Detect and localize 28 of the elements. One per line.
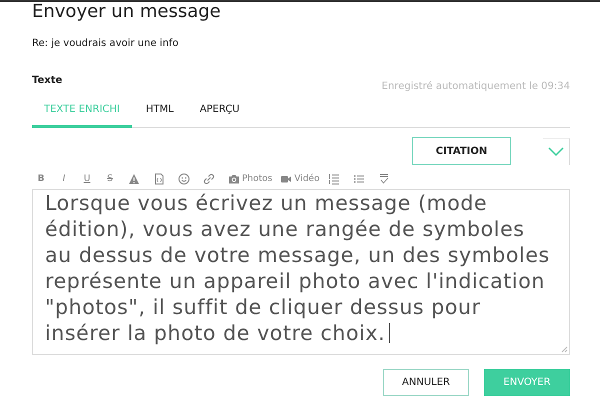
autosave-status: Enregistré automatiquement le 09:34 (382, 81, 570, 92)
cancel-button[interactable]: ANNULER (383, 369, 469, 396)
chevron-down-icon[interactable] (548, 146, 564, 156)
send-button[interactable]: ENVOYER (484, 369, 570, 396)
message-text: Lorsque vous écrivez un message (mode édition), vous avez une rangée de symboles au dessus de votre message, un des symboles représente un appareil photo avec l'indication "photos", il suffit de cliquer dessus pour insérer la photo de votre choix. (45, 191, 550, 345)
checkmark-icon[interactable] (378, 173, 390, 185)
strikethrough-button[interactable]: S (105, 174, 115, 184)
photos-button[interactable]: Photos (228, 173, 272, 185)
video-camera-icon (280, 173, 292, 185)
bullet-list-icon[interactable] (352, 173, 365, 185)
bold-button[interactable]: B (36, 174, 46, 184)
warning-icon[interactable] (128, 173, 140, 185)
camera-icon (228, 173, 240, 185)
dialog-title: Envoyer un message (32, 2, 222, 22)
link-icon[interactable] (203, 173, 215, 185)
resize-handle-icon[interactable] (561, 346, 568, 353)
italic-button[interactable]: I (59, 174, 69, 184)
underline-button[interactable]: U (82, 174, 92, 184)
citation-button[interactable]: CITATION (412, 137, 511, 165)
smiley-icon[interactable] (178, 173, 190, 185)
field-label: Texte (32, 75, 62, 86)
document-icon[interactable] (153, 173, 165, 185)
video-button[interactable]: Vidéo (280, 173, 320, 185)
tab[interactable]: APERÇU (188, 96, 252, 128)
subject-text: Re: je voudrais avoir une info (32, 38, 180, 49)
tab[interactable]: HTML (134, 96, 186, 128)
numbered-list-icon[interactable] (328, 173, 340, 185)
tab[interactable]: TEXTE ENRICHI (32, 96, 132, 128)
